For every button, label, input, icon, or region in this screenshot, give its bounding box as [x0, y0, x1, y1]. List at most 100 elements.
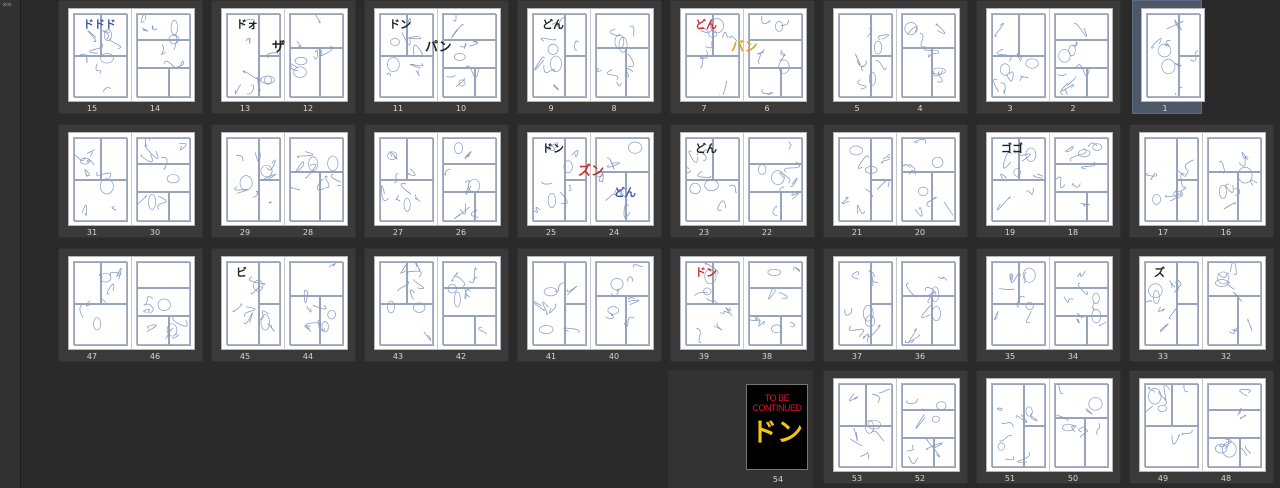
page-spread-thumbnail[interactable]: ゴゴ 19 18: [976, 124, 1121, 238]
sketch-stroke: [905, 282, 917, 298]
sketch-shape: [260, 75, 275, 85]
page-number-cover: 54: [772, 475, 784, 484]
sketch-stroke: [451, 24, 464, 39]
sketch-stroke: [997, 407, 1003, 412]
sketch-stroke: [761, 16, 771, 25]
sketch-shape: [1025, 147, 1037, 162]
page-spread-thumbnail[interactable]: ビ 45 44: [211, 248, 356, 362]
spread-sheet: [221, 132, 348, 226]
spread-sheet: [68, 132, 195, 226]
sketch-shape: [93, 317, 102, 331]
page-spread-thumbnail[interactable]: 51 50: [976, 370, 1121, 484]
cover-page-thumbnail[interactable]: TO BE CONTINUED ドン 54: [668, 370, 813, 488]
page-spread-thumbnail[interactable]: 21 20: [823, 124, 968, 238]
page-spread-thumbnail[interactable]: ドドド 15 14: [58, 0, 203, 114]
sketch-shape: [610, 278, 624, 291]
sketch-stroke: [1077, 270, 1086, 277]
sketch-stroke: [915, 414, 926, 429]
sketch-shape: [689, 182, 701, 195]
page-spread-thumbnail[interactable]: 47 46: [58, 248, 203, 362]
page-number-right: 36: [914, 352, 926, 361]
sketch-stroke: [926, 196, 937, 208]
sketch-stroke: [296, 151, 314, 158]
page-number-left: 17: [1157, 228, 1169, 237]
sketch-shape: [1013, 168, 1021, 177]
sketch-stroke: [408, 35, 422, 40]
page-number-left: 7: [701, 104, 707, 113]
sketch-shape: [321, 321, 329, 333]
sketch-shape: [864, 315, 876, 328]
page-spread-thumbnail[interactable]: 27 26: [364, 124, 509, 238]
sketch-stroke: [243, 312, 253, 325]
pencil-sketch: [234, 151, 277, 204]
sketch-stroke: [624, 67, 634, 78]
page-number-left: 43: [392, 352, 404, 361]
sketch-stroke: [627, 276, 634, 282]
page-spread-thumbnail[interactable]: ドン 39 38: [670, 248, 815, 362]
left-page: [375, 133, 437, 225]
page-spread-thumbnail[interactable]: ドン パン 11 10: [364, 0, 509, 114]
sketch-stroke: [109, 38, 122, 49]
page-spread-thumbnail[interactable]: どん 9 8: [517, 0, 662, 114]
page-spread-thumbnail[interactable]: 41 40: [517, 248, 662, 362]
page-spread-thumbnail[interactable]: 35 34: [976, 248, 1121, 362]
sketch-stroke: [906, 398, 918, 405]
sketch-stroke: [877, 34, 889, 41]
sketch-stroke: [160, 156, 168, 170]
sketch-stroke: [880, 156, 890, 164]
sketch-stroke: [109, 271, 122, 277]
spread-sheet: ドン: [680, 256, 807, 350]
right-page: [744, 9, 806, 101]
sound-effect-text: ビ: [236, 266, 247, 279]
sketch-stroke: [1169, 280, 1176, 288]
sketch-shape: [453, 52, 466, 61]
page-spread-thumbnail[interactable]: どん 23 22: [670, 124, 815, 238]
pencil-sketch: [993, 22, 1039, 95]
sketch-stroke: [541, 181, 553, 185]
page-spread-thumbnail[interactable]: 53 52: [823, 370, 968, 484]
sketch-stroke: [1006, 71, 1014, 82]
sketch-stroke: [395, 195, 401, 202]
spread-sheet: [1139, 378, 1266, 472]
page-spread-thumbnail[interactable]: 54: [823, 0, 968, 114]
page-number-left: 45: [239, 352, 251, 361]
sketch-stroke: [400, 264, 407, 274]
sketch-shape: [867, 419, 881, 430]
sketch-shape: [704, 179, 719, 191]
page-spread-thumbnail[interactable]: 17 16: [1129, 124, 1274, 238]
page-spread-thumbnail[interactable]: 49 48: [1129, 370, 1274, 484]
sketch-shape: [99, 178, 114, 195]
sketch-shape: [771, 324, 783, 334]
page-spread-thumbnail[interactable]: ドン ズン どん 25 24: [517, 124, 662, 238]
sketch-stroke: [1227, 281, 1235, 290]
sketch-stroke: [597, 67, 602, 72]
sketch-shape: [1148, 387, 1162, 405]
sketch-shape: [1218, 184, 1227, 199]
sketch-shape: [1025, 406, 1033, 417]
page-number-left: 49: [1157, 474, 1169, 483]
page-spread-thumbnail[interactable]: 37 36: [823, 248, 968, 362]
sketch-shape: [308, 156, 319, 172]
page-spread-thumbnail[interactable]: 31 30: [58, 124, 203, 238]
right-page: [1050, 379, 1112, 471]
page-spread-thumbnail[interactable]: 32: [976, 0, 1121, 114]
sound-effect-text: ドン: [389, 18, 411, 31]
page-spread-thumbnail[interactable]: ズ 33 32: [1129, 248, 1274, 362]
page-spread-thumbnail[interactable]: どん バン 7 6: [670, 0, 815, 114]
page-spread-thumbnail[interactable]: ドォザ 13 12: [211, 0, 356, 114]
sketch-stroke: [296, 40, 302, 49]
sketch-stroke: [758, 49, 765, 55]
sketch-stroke: [1005, 456, 1015, 461]
page-thumbnail-selected[interactable]: 1: [1132, 0, 1205, 114]
right-page: [897, 379, 959, 471]
page-spread-thumbnail[interactable]: 43 42: [364, 248, 509, 362]
sketch-shape: [1092, 143, 1103, 151]
spread-sheet: ビ: [221, 256, 348, 350]
sketch-stroke: [423, 331, 431, 342]
sketch-stroke: [687, 167, 692, 174]
sketch-stroke: [1017, 451, 1030, 463]
page-spread-thumbnail[interactable]: 29 28: [211, 124, 356, 238]
cover-title-line: CONTINUED: [752, 403, 803, 413]
right-page: [591, 9, 653, 101]
right-page: [438, 9, 500, 101]
